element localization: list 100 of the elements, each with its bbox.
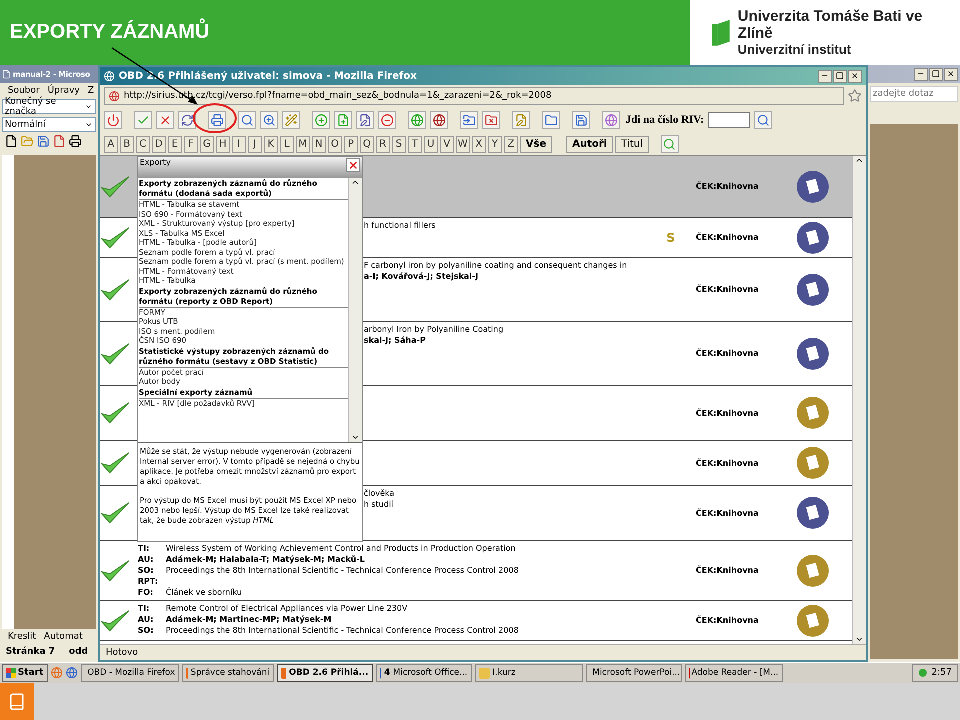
menu-item[interactable]: Z <box>88 86 94 96</box>
check-button[interactable] <box>134 111 152 129</box>
search-button[interactable] <box>754 111 772 129</box>
letter-filter-button[interactable]: X <box>472 136 486 152</box>
globe-button[interactable] <box>408 111 426 129</box>
record-text: Adámek-M; Halabala-T; Matýsek-M; Macků-L <box>166 554 366 565</box>
letter-filter-button[interactable]: T <box>408 136 422 152</box>
check-icon <box>136 114 150 126</box>
edit-button[interactable] <box>512 111 530 129</box>
record-text: F carbonyl iron by polyaniline coating and consequent changes in <box>364 260 628 271</box>
letter-filter-button[interactable]: J <box>248 136 262 152</box>
edit-icon <box>358 114 372 126</box>
maximize-icon <box>836 72 844 80</box>
letter-filter-button[interactable]: M <box>296 136 310 152</box>
scroll-down-icon <box>855 635 864 644</box>
scrollbar[interactable] <box>348 178 362 442</box>
scroll-down-icon <box>351 433 360 442</box>
letter-filter-button[interactable]: P <box>344 136 358 152</box>
letter-filter-button[interactable]: C <box>136 136 150 152</box>
filter-button[interactable]: Titul <box>615 136 649 152</box>
letter-filter-button[interactable]: K <box>264 136 278 152</box>
filter-button[interactable]: Vše <box>520 136 552 152</box>
style-dropdown[interactable]: Normální <box>2 117 96 132</box>
riv-number-field[interactable] <box>708 112 750 128</box>
letter-filter-button[interactable]: Y <box>488 136 502 152</box>
zoom-button[interactable] <box>260 111 278 129</box>
letter-filter-button[interactable]: F <box>184 136 198 152</box>
taskbar-button[interactable]: Správce stahování <box>182 664 274 682</box>
add-button[interactable] <box>312 111 330 129</box>
letter-filter-button[interactable]: N <box>312 136 326 152</box>
field-label: AU: <box>138 554 155 565</box>
folder-button[interactable] <box>542 111 560 129</box>
close-button[interactable] <box>944 68 958 80</box>
field-label: TI: <box>138 543 151 554</box>
letter-filter-button[interactable]: U <box>424 136 438 152</box>
letter-filter-button[interactable]: W <box>456 136 470 152</box>
minimize-button[interactable] <box>818 70 832 82</box>
letter-filter-button[interactable]: D <box>152 136 166 152</box>
print-icon[interactable] <box>69 135 82 148</box>
folder-remove-button[interactable] <box>482 111 500 129</box>
letter-filter-button[interactable]: I <box>232 136 246 152</box>
menu-item[interactable]: Úpravy <box>48 86 80 96</box>
letter-filter-button[interactable]: Z <box>504 136 518 152</box>
help-search-field[interactable]: zadejte dotaz <box>870 86 958 102</box>
power-button[interactable] <box>104 111 122 129</box>
letter-filter-button[interactable]: Q <box>360 136 374 152</box>
cross-button[interactable] <box>156 111 174 129</box>
new-document-icon[interactable] <box>5 135 18 148</box>
bookmark-star-icon[interactable] <box>848 89 862 103</box>
add-file-button[interactable] <box>334 111 352 129</box>
autoshapes-menu[interactable]: Automat <box>44 632 83 642</box>
taskbar-button[interactable]: 4 Microsoft Office... <box>376 664 472 682</box>
letter-filter-button[interactable]: V <box>440 136 454 152</box>
search-button[interactable] <box>238 111 256 129</box>
cross-icon <box>158 114 172 126</box>
checkmark-icon <box>100 226 130 250</box>
taskbar-button[interactable]: OBD 2.6 Přihlá... <box>276 664 373 682</box>
remove-button[interactable] <box>378 111 396 129</box>
globe-button[interactable] <box>430 111 448 129</box>
globe-icon <box>604 114 618 126</box>
scrollbar[interactable] <box>852 156 866 644</box>
export-button[interactable] <box>208 111 226 129</box>
taskbar-button[interactable]: I.kurz <box>474 664 583 682</box>
globe-icon[interactable] <box>66 667 78 679</box>
save-icon[interactable] <box>37 135 50 148</box>
letter-filter-button[interactable]: E <box>168 136 182 152</box>
wand-button[interactable] <box>282 111 300 129</box>
letter-filter-button[interactable]: S <box>392 136 406 152</box>
maximize-button[interactable] <box>833 70 847 82</box>
globe-button[interactable] <box>602 111 620 129</box>
save-icon <box>574 114 588 126</box>
search-button[interactable] <box>660 135 679 153</box>
maximize-button[interactable] <box>929 68 943 80</box>
start-button[interactable]: Start <box>2 664 48 682</box>
letter-filter-button[interactable]: L <box>280 136 294 152</box>
taskbar-button[interactable]: OBD - Mozilla Firefox <box>80 664 179 682</box>
globe-icon <box>410 114 424 126</box>
letter-filter-button[interactable]: A <box>104 136 118 152</box>
menu-item[interactable]: Soubor <box>8 86 40 96</box>
university-logo-icon <box>712 20 730 46</box>
letter-filter-button[interactable]: G <box>200 136 214 152</box>
refresh-button[interactable] <box>178 111 196 129</box>
record-text: Adámek-M; Martinec-MP; Matýsek-M <box>166 614 332 625</box>
letter-filter-button[interactable]: O <box>328 136 342 152</box>
close-button[interactable] <box>848 70 862 82</box>
drawing-menu[interactable]: Kreslit <box>8 632 36 642</box>
flag-text: S <box>666 230 676 244</box>
save-button[interactable] <box>572 111 590 129</box>
taskbar-button[interactable]: Adobe Reader - [M... <box>684 664 783 682</box>
letter-filter-button[interactable]: B <box>120 136 134 152</box>
track-changes-dropdown[interactable]: Konečný se značka <box>2 99 96 114</box>
filter-button[interactable]: Autoři <box>566 136 614 152</box>
minimize-button[interactable] <box>914 68 928 80</box>
folder-import-button[interactable] <box>460 111 478 129</box>
record-text: Proceedings the 8th International Scientific - Technical Conference Process Control 2008 <box>166 625 519 636</box>
taskbar-button[interactable]: Microsoft PowerPoi... <box>586 664 682 682</box>
edit-button[interactable] <box>356 111 374 129</box>
status-text: Hotovo <box>106 648 138 658</box>
letter-filter-button[interactable]: R <box>376 136 390 152</box>
letter-filter-button[interactable]: H <box>216 136 230 152</box>
